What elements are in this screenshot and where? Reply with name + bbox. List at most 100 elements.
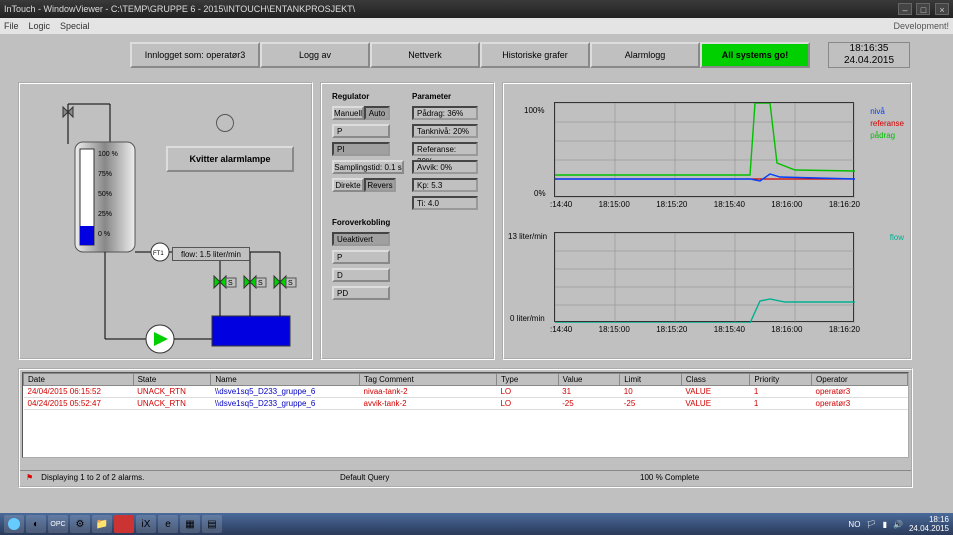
svg-text:S: S (258, 280, 263, 287)
alarm-col-6[interactable]: Limit (620, 374, 682, 386)
flow-readout: flow: 1.5 liter/min (172, 247, 250, 261)
param-header: Parameter (412, 92, 451, 101)
top-toolbar: Innlogget som: operatør3 Logg av Nettver… (130, 42, 933, 68)
legend-padrag: pådrag (870, 130, 904, 142)
svg-text:100 %: 100 % (98, 151, 118, 158)
reg-header: Regulator (332, 92, 369, 101)
taskbar: ◐ OPC ⚙ 📁 iX e ▦ ▤ NO 🏳 ▮ 🔊 18:16 24.04.… (0, 513, 953, 535)
auto-button[interactable]: Auto (364, 106, 390, 120)
kp-value[interactable]: Kp: 5.3 (412, 178, 478, 192)
maximize-icon[interactable]: □ (916, 3, 930, 15)
y2-bot: 0 liter/min (510, 314, 545, 323)
manual-button[interactable]: Manuell (332, 106, 364, 120)
svg-text:S: S (228, 280, 233, 287)
hist-graphs-button[interactable]: Historiske grafer (480, 42, 590, 68)
svg-text:S: S (288, 280, 293, 287)
direkte-button[interactable]: Direkte (332, 178, 364, 192)
window-title: InTouch - WindowViewer - C:\TEMP\GRUPPE … (4, 4, 355, 14)
ie-icon[interactable]: e (158, 515, 178, 533)
svg-text:25%: 25% (98, 211, 112, 218)
menubar: File Logic Special Development! (0, 18, 953, 34)
revers-button[interactable]: Revers (364, 178, 396, 192)
svg-text:FT1: FT1 (153, 251, 164, 257)
opc-icon[interactable]: OPC (48, 515, 68, 533)
app-icon-2[interactable] (114, 515, 134, 533)
alarm-col-3[interactable]: Tag Comment (360, 374, 497, 386)
table-row[interactable]: 04/24/2015 05:52:47UNACK_RTN\\dsve1sq5_D… (24, 398, 908, 410)
alarm-col-8[interactable]: Priority (750, 374, 812, 386)
system-status: All systems go! (700, 42, 810, 68)
alarm-col-5[interactable]: Value (558, 374, 620, 386)
pi-button[interactable]: PI (332, 142, 390, 156)
app-icon-5[interactable]: ▤ (202, 515, 222, 533)
ff-d-button[interactable]: D (332, 268, 390, 282)
chrome-icon[interactable]: ◐ (26, 515, 46, 533)
svg-text:75%: 75% (98, 171, 112, 178)
legend-nivaa: nivå (870, 106, 904, 118)
window-controls: – □ × (896, 3, 949, 15)
svg-text:50%: 50% (98, 191, 112, 198)
sampling-button[interactable]: Samplingstid: 0.1 s (332, 160, 404, 174)
y1-100: 100% (524, 106, 544, 115)
alarm-complete: 100 % Complete (640, 473, 699, 482)
ack-alarm-button[interactable]: Kvitter alarmlampe (166, 146, 294, 172)
alarm-query: Default Query (340, 473, 389, 482)
y2-top: 13 liter/min (508, 232, 547, 241)
process-svg: 100 % 75% 50% 25% 0 % FT1 (20, 84, 315, 362)
alarm-panel: DateStateNameTag CommentTypeValueLimitCl… (18, 368, 913, 488)
ff-pd-button[interactable]: PD (332, 286, 390, 300)
regulator-panel: Regulator Parameter ManuellAuto P PI Sam… (320, 82, 495, 360)
trend-panel: 100% 0% nivå referanse pådrag :14: (502, 82, 912, 360)
app-icon-1[interactable]: ⚙ (70, 515, 90, 533)
close-icon[interactable]: × (935, 3, 949, 15)
tray-lang[interactable]: NO (848, 520, 860, 529)
menu-special[interactable]: Special (60, 21, 90, 31)
alarm-col-4[interactable]: Type (496, 374, 558, 386)
ff-p-button[interactable]: P (332, 250, 390, 264)
logoff-button[interactable]: Logg av (260, 42, 370, 68)
process-panel: 100 % 75% 50% 25% 0 % FT1 (18, 82, 313, 360)
tray-date: 24.04.2015 (909, 524, 949, 533)
alarm-col-9[interactable]: Operator (812, 374, 908, 386)
svg-text:0 %: 0 % (98, 231, 110, 238)
chart-1 (554, 102, 854, 197)
alarm-col-2[interactable]: Name (211, 374, 360, 386)
menu-logic[interactable]: Logic (29, 21, 51, 31)
alarm-col-1[interactable]: State (133, 374, 211, 386)
login-status: Innlogget som: operatør3 (130, 42, 260, 68)
xticks-2: :14:4018:15:0018:15:2018:15:4018:16:0018… (550, 325, 860, 334)
app-icon-3[interactable]: iX (136, 515, 156, 533)
ff-ua-button[interactable]: Ueaktivert (332, 232, 390, 246)
explorer-icon[interactable]: 📁 (92, 515, 112, 533)
alarm-table: DateStateNameTag CommentTypeValueLimitCl… (23, 373, 908, 410)
window-titlebar: InTouch - WindowViewer - C:\TEMP\GRUPPE … (0, 0, 953, 18)
clock-date: 24.04.2015 (829, 55, 909, 67)
minimize-icon[interactable]: – (898, 3, 912, 15)
menu-file[interactable]: File (4, 21, 19, 31)
table-row[interactable]: 24/04/2015 06:15:52UNACK_RTN\\dsve1sq5_D… (24, 386, 908, 398)
dev-label: Development! (893, 21, 949, 31)
alarm-footer: ⚑ Displaying 1 to 2 of 2 alarms. Default… (20, 470, 911, 484)
app-icon-4[interactable]: ▦ (180, 515, 200, 533)
alarm-count: Displaying 1 to 2 of 2 alarms. (41, 473, 144, 482)
tray-time: 18:16 (909, 515, 949, 524)
legend-flow: flow (890, 232, 904, 244)
start-icon[interactable] (4, 515, 24, 533)
y1-0: 0% (534, 189, 546, 198)
clock-time: 18:16:35 (829, 43, 909, 55)
tray-vol-icon[interactable]: 🔊 (893, 520, 903, 529)
alarm-lamp-icon (216, 114, 234, 132)
tray-net-icon[interactable]: ▮ (883, 520, 887, 529)
alarmlog-button[interactable]: Alarmlogg (590, 42, 700, 68)
avvik-value: Avvik: 0% (412, 160, 478, 174)
p-button[interactable]: P (332, 124, 390, 138)
tanknivaa-value: Tanknivå: 20% (412, 124, 478, 138)
clock: 18:16:35 24.04.2015 (828, 42, 910, 68)
alarm-col-7[interactable]: Class (681, 374, 749, 386)
ti-value[interactable]: Ti: 4.0 (412, 196, 478, 210)
network-button[interactable]: Nettverk (370, 42, 480, 68)
tray-flag-icon[interactable]: 🏳 (866, 520, 876, 529)
alarm-flag-icon: ⚑ (26, 473, 33, 482)
alarm-col-0[interactable]: Date (24, 374, 134, 386)
system-tray: NO 🏳 ▮ 🔊 18:16 24.04.2015 (848, 515, 949, 533)
